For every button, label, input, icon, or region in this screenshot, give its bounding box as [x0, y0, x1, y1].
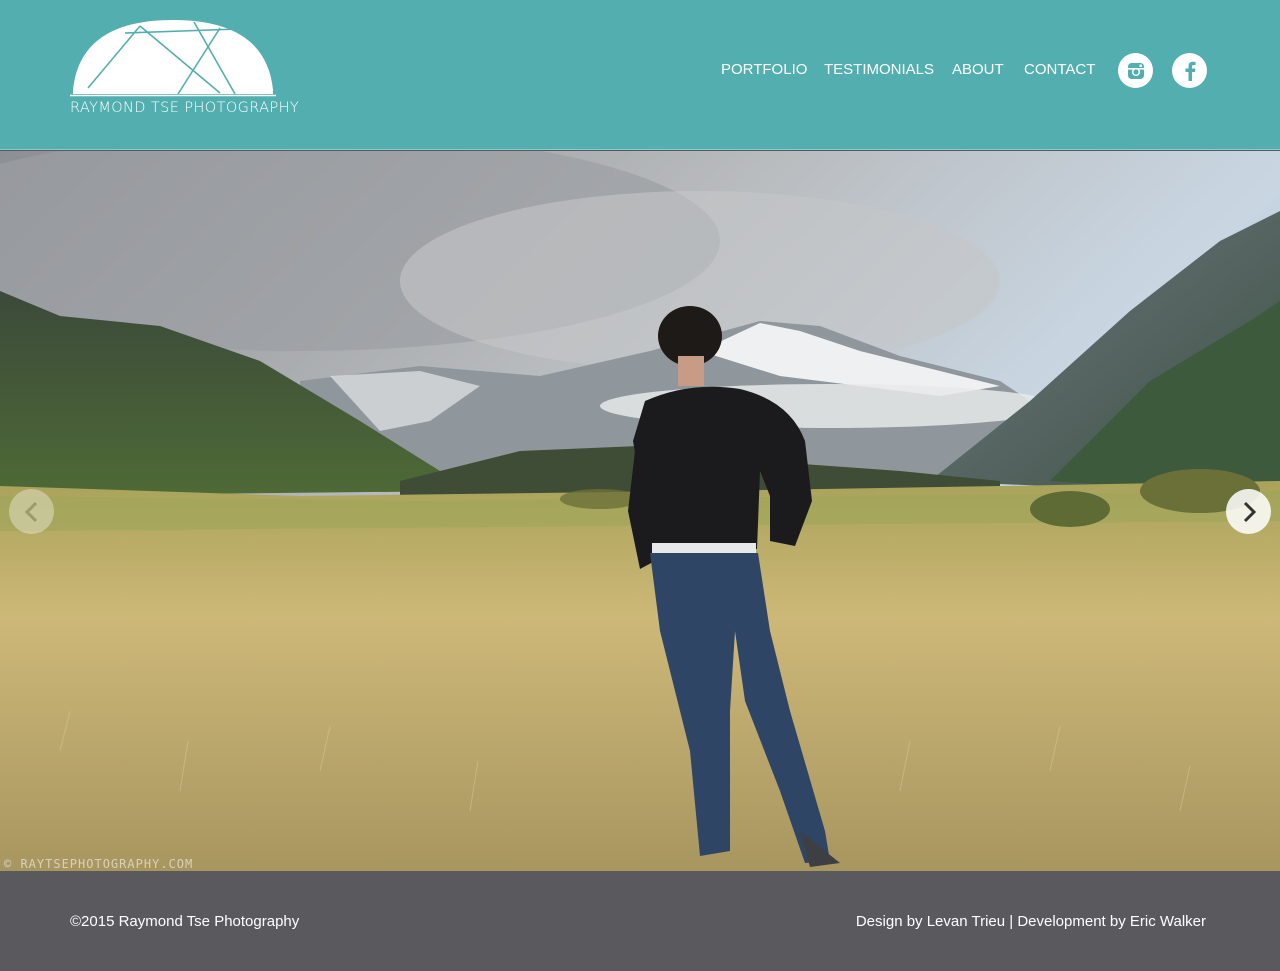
- nav-testimonials[interactable]: TESTIMONIALS: [824, 61, 934, 78]
- facebook-icon: [1185, 61, 1196, 81]
- nav-portfolio[interactable]: PORTFOLIO: [721, 61, 807, 78]
- nav-about[interactable]: ABOUT: [952, 61, 1004, 78]
- hero-photo: [0, 151, 1280, 871]
- site-footer: ©2015 Raymond Tse Photography Design by …: [0, 871, 1280, 971]
- credits-text: Design by Levan Trieu | Development by E…: [855, 913, 1206, 930]
- next-slide-button[interactable]: [1226, 489, 1271, 534]
- nav-contact[interactable]: CONTACT: [1024, 61, 1095, 78]
- site-header: RAYMOND TSE PHOTOGRAPHY PORTFOLIO TESTIM…: [0, 0, 1280, 150]
- facebook-button[interactable]: [1172, 53, 1207, 88]
- instagram-button[interactable]: [1118, 53, 1153, 88]
- instagram-icon: [1127, 62, 1144, 79]
- chevron-right-icon: [1243, 501, 1256, 522]
- copyright-text: ©2015 Raymond Tse Photography: [70, 913, 300, 930]
- aperture-logo-icon: [70, 20, 276, 97]
- hero-slideshow: © RAYTSEPHOTOGRAPHY.COM: [0, 151, 1280, 871]
- site-logo[interactable]: RAYMOND TSE PHOTOGRAPHY: [70, 18, 300, 122]
- previous-slide-button[interactable]: [9, 489, 54, 534]
- logo-text: RAYMOND TSE PHOTOGRAPHY: [70, 100, 300, 116]
- chevron-left-icon: [24, 501, 37, 522]
- photo-watermark: © RAYTSEPHOTOGRAPHY.COM: [4, 857, 194, 871]
